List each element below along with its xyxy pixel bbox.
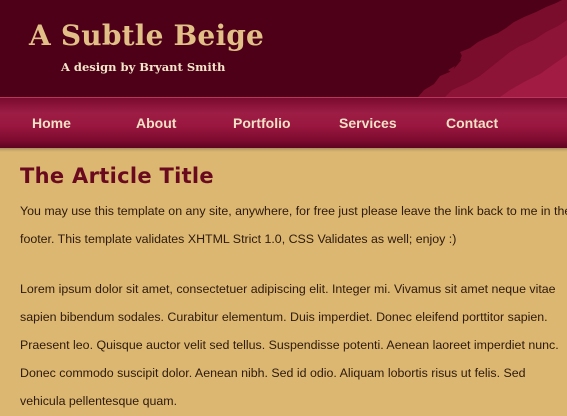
main-content: The Article Title You may use this templ…: [0, 152, 567, 415]
site-header: A Subtle Beige A design by Bryant Smith: [0, 0, 567, 97]
nav-about-link[interactable]: About: [136, 98, 176, 148]
article-title: The Article Title: [20, 164, 214, 188]
main-nav: Home About Portfolio Services Contact: [0, 97, 567, 148]
nav-home-link[interactable]: Home: [32, 98, 71, 148]
site-title: A Subtle Beige: [29, 19, 265, 52]
nav-services-link[interactable]: Services: [339, 98, 397, 148]
site-subtitle: A design by Bryant Smith: [61, 60, 226, 74]
nav-contact-link[interactable]: Contact: [446, 98, 498, 148]
article-paragraph-intro: You may use this template on any site, a…: [20, 204, 567, 246]
nav-portfolio-link[interactable]: Portfolio: [233, 98, 291, 148]
article-paragraph-lorem: Lorem ipsum dolor sit amet, consectetuer…: [20, 282, 559, 408]
